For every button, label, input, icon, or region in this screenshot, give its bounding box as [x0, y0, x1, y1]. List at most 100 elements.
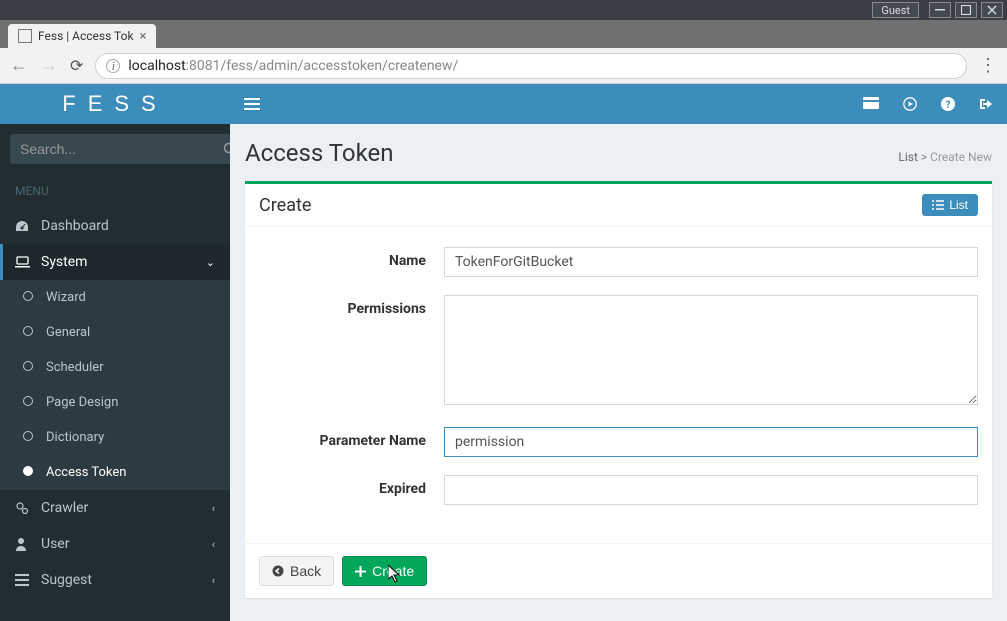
sidebar-item-scheduler[interactable]: Scheduler — [0, 350, 230, 385]
form-row-name: Name — [259, 247, 978, 277]
sidebar-toggle-button[interactable] — [244, 98, 260, 110]
sidebar-item-label: Dictionary — [46, 430, 104, 445]
sidebar-item-dictionary[interactable]: Dictionary — [0, 420, 230, 455]
menu-header: MENU — [0, 174, 230, 208]
parameter-name-input[interactable] — [444, 427, 978, 457]
permissions-textarea[interactable] — [444, 295, 978, 405]
create-button[interactable]: Create — [342, 556, 427, 586]
page-icon — [18, 29, 32, 43]
help-icon: ? — [941, 97, 955, 111]
dashboard-icon — [15, 220, 31, 232]
nav-logout-icon[interactable] — [979, 97, 993, 111]
sidebar-item-user[interactable]: User ‹ — [0, 526, 230, 562]
name-input[interactable] — [444, 247, 978, 277]
chevron-down-icon: ⌄ — [206, 256, 215, 269]
user-icon — [15, 537, 31, 551]
circle-icon — [20, 430, 36, 445]
chevron-left-icon: ‹ — [212, 574, 215, 587]
navbar: ? — [230, 84, 1007, 124]
os-maximize-button[interactable] — [955, 2, 977, 18]
sidebar-item-label: User — [41, 536, 69, 552]
sidebar-search-input[interactable] — [10, 134, 211, 164]
reload-button[interactable]: ⟳ — [70, 56, 83, 75]
chevron-left-icon: ‹ — [212, 502, 215, 515]
sidebar: MENU Dashboard System ⌄ Wizard General — [0, 124, 230, 621]
label-expired: Expired — [259, 475, 444, 505]
list-icon — [15, 574, 31, 586]
nav-play-icon[interactable] — [903, 97, 917, 111]
sidebar-item-label: Access Token — [46, 465, 126, 480]
sidebar-item-page-design[interactable]: Page Design — [0, 385, 230, 420]
circle-icon — [20, 325, 36, 340]
sidebar-item-general[interactable]: General — [0, 315, 230, 350]
browser-toolbar: ← → ⟳ i localhost:8081/fess/admin/access… — [0, 48, 1007, 84]
circle-icon — [20, 465, 36, 480]
laptop-icon — [15, 256, 31, 268]
card-title: Create — [259, 195, 311, 216]
os-guest-badge: Guest — [872, 2, 919, 18]
form-row-parameter-name: Parameter Name — [259, 427, 978, 457]
browser-tab-strip: Fess | Access Tok × — [0, 20, 1007, 48]
content-header: Access Token List > Create New — [245, 139, 992, 167]
sidebar-item-label: General — [46, 325, 90, 340]
breadcrumb-list-link[interactable]: List — [898, 150, 918, 164]
circle-icon — [20, 360, 36, 375]
logo[interactable]: FESS — [0, 84, 230, 124]
sidebar-item-label: Page Design — [46, 395, 118, 410]
logo-text: FESS — [62, 91, 167, 117]
cogs-icon — [15, 501, 31, 515]
sidebar-item-system[interactable]: System ⌄ — [0, 244, 230, 280]
browser-tab[interactable]: Fess | Access Tok × — [8, 24, 156, 48]
app-body: MENU Dashboard System ⌄ Wizard General — [0, 84, 1007, 621]
os-minimize-button[interactable] — [929, 2, 951, 18]
breadcrumb: List > Create New — [898, 150, 992, 164]
back-button-label: Back — [290, 563, 321, 579]
page-title: Access Token — [245, 139, 394, 167]
app-header: FESS ? — [0, 84, 1007, 124]
label-parameter-name: Parameter Name — [259, 427, 444, 457]
form-card: Create List Name Permissions — [245, 181, 992, 598]
forward-button[interactable]: → — [40, 55, 58, 76]
list-button[interactable]: List — [922, 194, 978, 216]
card-icon — [863, 97, 879, 109]
back-button[interactable]: Back — [259, 556, 334, 586]
list-button-label: List — [949, 198, 968, 212]
sidebar-search — [0, 124, 230, 174]
circle-icon — [20, 395, 36, 410]
close-icon — [987, 5, 997, 15]
breadcrumb-sep: > — [921, 150, 927, 164]
arrow-left-icon — [272, 565, 284, 577]
sidebar-item-access-token[interactable]: Access Token — [0, 455, 230, 490]
sidebar-search-button[interactable] — [211, 134, 230, 164]
sidebar-item-label: Wizard — [46, 290, 86, 305]
label-name: Name — [259, 247, 444, 277]
tab-title: Fess | Access Tok — [38, 29, 134, 43]
tab-close-icon[interactable]: × — [140, 29, 147, 44]
form-row-permissions: Permissions — [259, 295, 978, 409]
search-icon — [223, 142, 230, 156]
address-bar[interactable]: i localhost:8081/fess/admin/accesstoken/… — [95, 53, 967, 79]
expired-input[interactable] — [444, 475, 978, 505]
maximize-icon — [961, 5, 971, 15]
submenu-system: Wizard General Scheduler Page Design Dic… — [0, 280, 230, 490]
circle-icon — [20, 290, 36, 305]
sidebar-item-wizard[interactable]: Wizard — [0, 280, 230, 315]
sidebar-item-label: Dashboard — [41, 218, 109, 234]
card-body: Name Permissions Parameter Name — [245, 227, 992, 543]
browser-menu-button[interactable]: ⋮ — [979, 55, 997, 76]
sidebar-item-suggest[interactable]: Suggest ‹ — [0, 562, 230, 598]
chevron-left-icon: ‹ — [212, 538, 215, 551]
sidebar-item-label: Suggest — [41, 572, 92, 588]
nav-card-icon[interactable] — [863, 97, 879, 111]
site-info-icon[interactable]: i — [106, 59, 120, 73]
os-close-button[interactable] — [981, 2, 1003, 18]
content-wrapper: Access Token List > Create New Create Li… — [230, 124, 1007, 621]
nav-help-icon[interactable]: ? — [941, 97, 955, 111]
list-icon — [932, 200, 944, 210]
minimize-icon — [935, 9, 945, 11]
sidebar-item-crawler[interactable]: Crawler ‹ — [0, 490, 230, 526]
back-button[interactable]: ← — [10, 55, 28, 76]
url-text: localhost:8081/fess/admin/accesstoken/cr… — [128, 58, 458, 74]
sidebar-item-dashboard[interactable]: Dashboard — [0, 208, 230, 244]
play-icon — [903, 97, 917, 111]
